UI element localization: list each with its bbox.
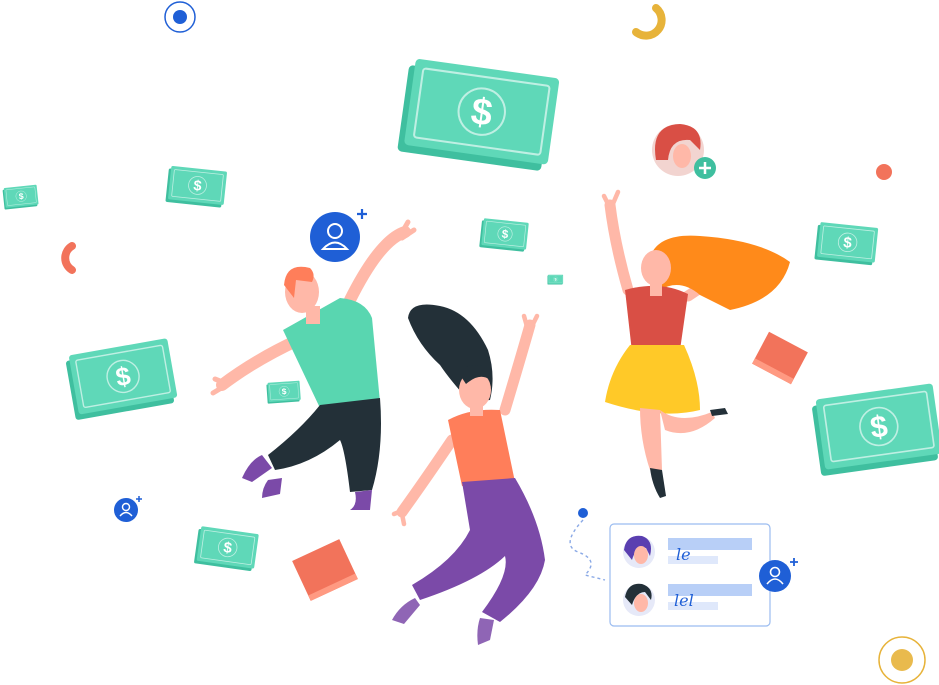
- orange-book-bottom: [292, 539, 358, 601]
- coral-arc: [61, 242, 76, 274]
- dashed-connector-line: [569, 519, 606, 581]
- jumping-woman-orange-top: [391, 304, 545, 645]
- add-user-avatar-red-hair: [652, 124, 716, 179]
- money-bill-right-mid: $: [813, 221, 879, 266]
- blue-ring-dot: [164, 1, 196, 33]
- add-user-icon-small: [114, 496, 142, 522]
- money-bill-right-large: $: [810, 382, 939, 478]
- money-bill-far-left-small: $: [2, 184, 39, 210]
- jumping-man-teal-shirt: [210, 219, 417, 510]
- blue-dot-connector: [578, 508, 588, 518]
- money-bill-bottom-left: $: [193, 525, 260, 572]
- signature-text: lel: [674, 591, 694, 610]
- celebration-illustration: $ $ $ $ $ $ $ $ $ $ le lel: [2, 1, 939, 684]
- user-list-card: le lel: [609, 523, 798, 627]
- gold-ring-dot: [878, 636, 926, 684]
- money-bill-small-mid: $: [266, 380, 302, 404]
- money-bill-left-large: $: [63, 337, 180, 421]
- money-bill-upper-left: $: [165, 165, 228, 209]
- add-user-icon-large: [310, 209, 367, 262]
- money-bill-tiny: $: [547, 274, 564, 285]
- gold-arc: [632, 4, 666, 40]
- money-bill-center-small: $: [478, 217, 530, 253]
- bill-dollar-sign: $: [193, 178, 203, 195]
- coral-dot: [876, 164, 892, 180]
- orange-book-right: [752, 331, 808, 385]
- money-bill-large-top: $: [396, 56, 561, 173]
- signature-text: le: [676, 545, 691, 564]
